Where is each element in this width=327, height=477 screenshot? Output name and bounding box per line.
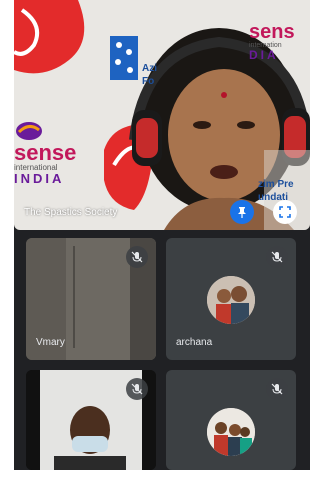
sense-word-right: sens <box>249 21 295 43</box>
pin-icon <box>238 207 246 218</box>
participant-name: archana <box>176 337 213 348</box>
sense-logo-right: sens internation DIA <box>249 0 295 61</box>
azim-text-top: Azi Fo <box>142 63 157 87</box>
avatar <box>207 408 255 456</box>
mic-off-icon <box>126 378 148 400</box>
meeting-window: sense international INDIA sens internati… <box>14 0 310 470</box>
mic-off-icon <box>266 378 288 400</box>
sense-india: INDIA <box>14 171 65 186</box>
pin-button[interactable] <box>230 200 254 224</box>
participant-tile-camera[interactable] <box>26 370 156 470</box>
speaker-name: The Spastics Society <box>24 207 118 218</box>
participant-name: Vmary <box>36 337 65 348</box>
mic-off-icon <box>126 246 148 268</box>
speaker-tile[interactable]: sense international INDIA sens internati… <box>14 0 310 230</box>
bottom-strip <box>0 470 327 477</box>
participant-tile-archana[interactable]: archana <box>166 238 296 360</box>
sense-logo-left: sense international INDIA <box>14 120 76 185</box>
participant-tile-vmary[interactable]: Vmary <box>26 238 156 360</box>
fullscreen-button[interactable] <box>273 200 297 224</box>
avatar <box>207 276 255 324</box>
participant-tile-group[interactable] <box>166 370 296 470</box>
sense-india-right: DIA <box>249 48 279 62</box>
mic-off-icon <box>266 246 288 268</box>
sense-swirl-icon <box>16 122 42 140</box>
fullscreen-icon <box>279 206 291 218</box>
sense-word: sense <box>14 140 77 165</box>
